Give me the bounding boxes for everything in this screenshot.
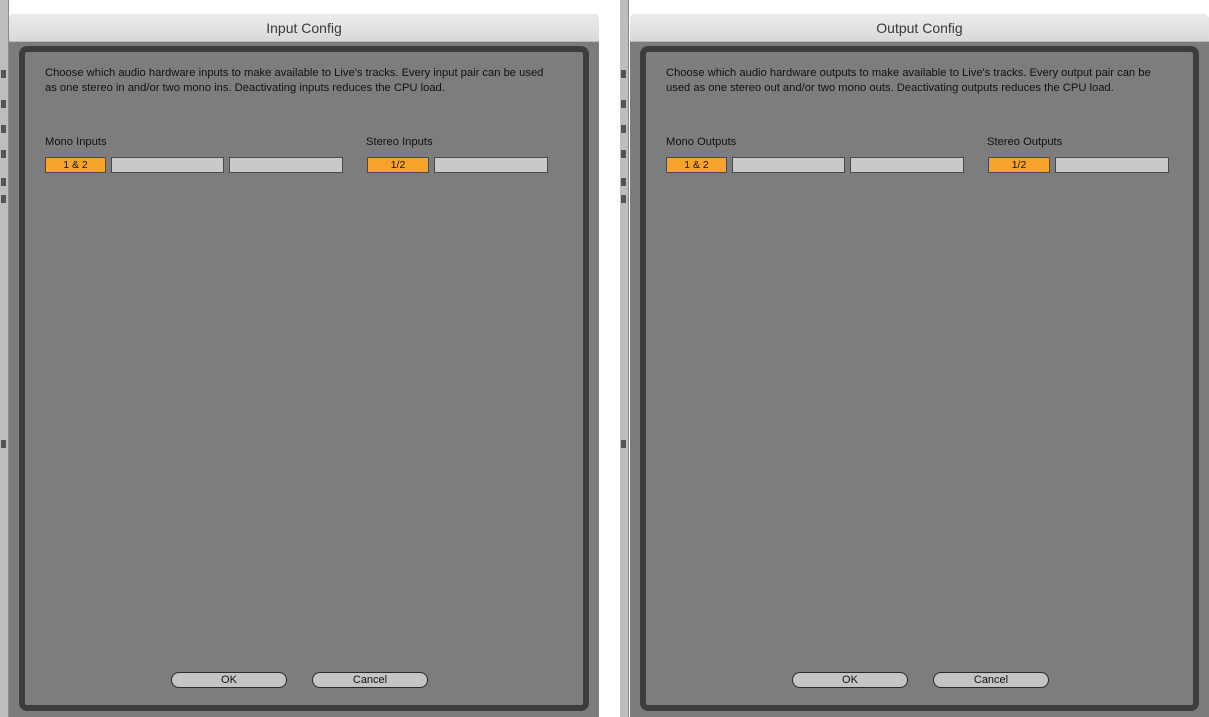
output-config-dialog: Output Config Choose which audio hardwar… xyxy=(630,14,1209,717)
ok-button[interactable]: OK xyxy=(171,672,287,688)
mono-output-slot-3-4[interactable] xyxy=(732,157,845,173)
dialog-description: Choose which audio hardware inputs to ma… xyxy=(45,67,544,94)
stereo-input-slot-1-2[interactable]: 1/2 xyxy=(367,157,429,173)
stereo-output-slot-1-2[interactable]: 1/2 xyxy=(988,157,1050,173)
stereo-outputs-label: Stereo Outputs xyxy=(987,136,1063,148)
stereo-output-slot-3-4[interactable] xyxy=(1055,157,1169,173)
cancel-button[interactable]: Cancel xyxy=(933,672,1049,688)
mono-input-slot-3-4[interactable] xyxy=(111,157,224,173)
stereo-input-slot-3-4[interactable] xyxy=(434,157,548,173)
dialog-title: Output Config xyxy=(630,14,1209,42)
input-config-dialog: Input Config Choose which audio hardware… xyxy=(9,14,599,717)
stereo-inputs-label: Stereo Inputs xyxy=(366,136,433,148)
background-window-edge-right xyxy=(620,0,629,717)
dialog-title: Input Config xyxy=(9,14,599,42)
mono-output-slot-5-6[interactable] xyxy=(850,157,964,173)
dialog-description: Choose which audio hardware outputs to m… xyxy=(666,67,1151,94)
dialog-content-frame: Choose which audio hardware inputs to ma… xyxy=(19,46,589,711)
mono-input-slot-5-6[interactable] xyxy=(229,157,343,173)
mono-outputs-label: Mono Outputs xyxy=(666,136,737,148)
screenshot-stage: Input Config Choose which audio hardware… xyxy=(0,0,1209,717)
mono-inputs-label: Mono Inputs xyxy=(45,136,107,148)
ok-button[interactable]: OK xyxy=(792,672,908,688)
cancel-button[interactable]: Cancel xyxy=(312,672,428,688)
mono-input-slot-1-2[interactable]: 1 & 2 xyxy=(45,157,106,173)
background-window-edge-left xyxy=(0,0,9,717)
dialog-content-frame: Choose which audio hardware outputs to m… xyxy=(640,46,1199,711)
mono-output-slot-1-2[interactable]: 1 & 2 xyxy=(666,157,727,173)
